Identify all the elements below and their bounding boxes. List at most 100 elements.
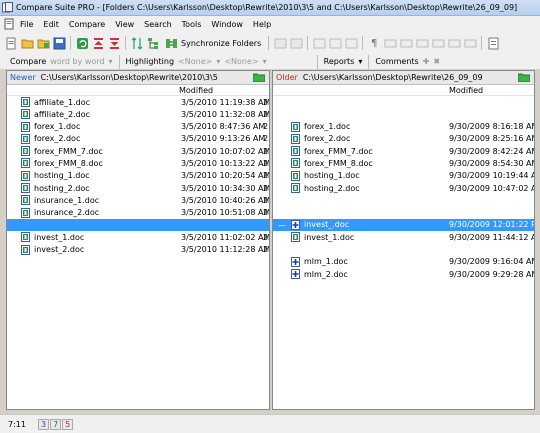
file-modified: 3/5/2010 11:02:02 AM: [181, 232, 270, 242]
right-pane: Older C:\Users\Karlsson\Desktop\Rewrite\…: [272, 70, 535, 410]
separator: [368, 54, 370, 69]
word-doc-icon: [291, 133, 300, 144]
empty-row[interactable]: [273, 108, 534, 120]
add-comment-icon[interactable]: ✚: [423, 57, 430, 66]
copy-right-icon[interactable]: [289, 36, 303, 50]
new-compare-icon[interactable]: [4, 36, 18, 50]
empty-row[interactable]: [273, 194, 534, 206]
collapse-icon[interactable]: —: [278, 221, 287, 230]
synchronize-folders-button[interactable]: Synchronize Folders: [162, 37, 264, 50]
view-mode-1-icon[interactable]: [312, 36, 326, 50]
format-3-icon[interactable]: [415, 36, 429, 50]
word-doc-icon: [21, 133, 30, 144]
highlighting-select-2[interactable]: <None>: [224, 57, 258, 66]
folder-icon[interactable]: [253, 73, 265, 82]
file-name: hosting_2.doc: [304, 183, 360, 193]
format-4-icon[interactable]: [431, 36, 445, 50]
modified-column-header[interactable]: Modified: [179, 86, 213, 95]
file-row[interactable]: affiliate_1.doc 3/5/2010 11:19:38 AM 2: [7, 96, 269, 108]
file-row[interactable]: insurance_1.doc 3/5/2010 10:40:26 AM 2: [7, 194, 269, 206]
file-row[interactable]: insurance_2.doc 3/5/2010 10:51:08 AM 2: [7, 207, 269, 219]
empty-row[interactable]: [273, 244, 534, 256]
file-modified: 9/30/2009 9:29:28 AM: [449, 269, 535, 279]
file-row[interactable]: forex_2.doc 9/30/2009 8:25:16 AM: [273, 133, 534, 145]
format-1-icon[interactable]: [383, 36, 397, 50]
file-row[interactable]: mlm_1.doc 9/30/2009 9:16:04 AM: [273, 256, 534, 268]
modified-column-header[interactable]: Modified: [449, 86, 483, 95]
folder-icon[interactable]: [518, 73, 530, 82]
file-size: 2: [263, 208, 269, 218]
menu-compare[interactable]: Compare: [64, 20, 110, 29]
expand-icon[interactable]: [130, 36, 144, 50]
file-row[interactable]: invest_1.doc 3/5/2010 11:02:02 AM 2: [7, 231, 269, 243]
menu-view[interactable]: View: [110, 20, 139, 29]
file-row[interactable]: invest_1.doc 9/30/2009 11:44:12 AM: [273, 231, 534, 243]
comments-label[interactable]: Comments: [375, 57, 418, 66]
file-row[interactable]: forex_FMM_7.doc 3/5/2010 10:07:02 AM 2: [7, 145, 269, 157]
word-doc-icon: [21, 232, 30, 243]
file-row[interactable]: forex_FMM_7.doc 9/30/2009 8:42:24 AM: [273, 145, 534, 157]
delete-comment-icon[interactable]: ✖: [433, 57, 440, 66]
format-5-icon[interactable]: [447, 36, 461, 50]
copy-left-icon[interactable]: [273, 36, 287, 50]
file-name: invest_1.doc: [304, 232, 355, 242]
file-row[interactable]: invest_2.doc 3/5/2010 11:12:28 AM 2: [7, 244, 269, 256]
open-folders-icon[interactable]: [36, 36, 50, 50]
menu-help[interactable]: Help: [248, 20, 276, 29]
file-size: 2: [263, 146, 269, 156]
word-doc-icon: [291, 183, 300, 194]
file-row[interactable]: forex_2.doc 3/5/2010 9:13:26 AM 2: [7, 133, 269, 145]
file-row[interactable]: mlm_2.doc 9/30/2009 9:29:28 AM: [273, 268, 534, 280]
left-path[interactable]: C:\Users\Karlsson\Desktop\Rewrite\2010\3…: [41, 73, 218, 82]
empty-row[interactable]: [273, 207, 534, 219]
file-row[interactable]: hosting_1.doc 9/30/2009 10:19:44 AM: [273, 170, 534, 182]
open-folder-icon[interactable]: [20, 36, 34, 50]
file-row[interactable]: affiliate_2.doc 3/5/2010 11:32:08 AM 2: [7, 108, 269, 120]
properties-icon[interactable]: [486, 36, 500, 50]
file-row[interactable]: — invest_.doc 9/30/2009 12:01:22 PM: [273, 218, 534, 232]
word-by-word-dropdown[interactable]: word by word: [50, 57, 104, 66]
menu-tools[interactable]: Tools: [177, 20, 207, 29]
file-name: insurance_2.doc: [34, 208, 100, 218]
menu-edit[interactable]: Edit: [38, 20, 64, 29]
menu-window[interactable]: Window: [206, 20, 248, 29]
file-row[interactable]: hosting_1.doc 3/5/2010 10:20:54 AM 2: [7, 170, 269, 182]
format-6-icon[interactable]: [463, 36, 477, 50]
pilcrow-icon[interactable]: ¶: [367, 36, 381, 50]
highlighting-select-1[interactable]: <None>: [178, 57, 212, 66]
file-row[interactable]: forex_1.doc 9/30/2009 8:16:18 AM: [273, 121, 534, 133]
format-2-icon[interactable]: [399, 36, 413, 50]
file-row[interactable]: hosting_2.doc 9/30/2009 10:47:02 AM: [273, 182, 534, 194]
file-name: hosting_1.doc: [304, 171, 360, 181]
refresh-icon[interactable]: [75, 36, 89, 50]
menu-search[interactable]: Search: [139, 20, 176, 29]
file-modified: 9/30/2009 8:54:30 AM: [449, 158, 535, 168]
doc-added-icon: [291, 256, 300, 267]
file-row[interactable]: forex_FMM_8.doc 9/30/2009 8:54:30 AM: [273, 157, 534, 169]
view-mode-2-icon[interactable]: [328, 36, 342, 50]
tree-icon[interactable]: [146, 36, 160, 50]
mdi-doc-icon[interactable]: [3, 18, 15, 30]
file-row[interactable]: forex_1.doc 3/5/2010 8:47:36 AM 2: [7, 121, 269, 133]
view-mode-3-icon[interactable]: [344, 36, 358, 50]
right-path[interactable]: C:\Users\Karlsson\Desktop\Rewrite\26_09_…: [303, 73, 483, 82]
right-column-header[interactable]: Modified: [273, 85, 534, 96]
left-column-header[interactable]: Modified: [7, 85, 269, 96]
file-row[interactable]: hosting_2.doc 3/5/2010 10:34:30 AM 2: [7, 182, 269, 194]
menu-file[interactable]: File: [15, 20, 38, 29]
first-diff-icon[interactable]: [91, 36, 105, 50]
chevron-down-icon[interactable]: ▾: [263, 57, 267, 66]
chevron-down-icon[interactable]: ▾: [216, 57, 220, 66]
last-diff-icon[interactable]: [107, 36, 121, 50]
empty-row[interactable]: [273, 96, 534, 108]
chevron-down-icon[interactable]: ▾: [358, 57, 362, 66]
word-doc-icon: [291, 158, 300, 169]
separator: [70, 36, 71, 50]
separator: [316, 54, 318, 69]
compare-label[interactable]: Compare: [10, 57, 46, 66]
empty-row[interactable]: [7, 218, 269, 232]
file-row[interactable]: forex_FMM_8.doc 3/5/2010 10:13:22 AM 2: [7, 157, 269, 169]
reports-dropdown[interactable]: Reports: [324, 57, 355, 66]
word-by-word-chevron-icon[interactable]: ▾: [109, 57, 113, 66]
save-icon[interactable]: [52, 36, 66, 50]
